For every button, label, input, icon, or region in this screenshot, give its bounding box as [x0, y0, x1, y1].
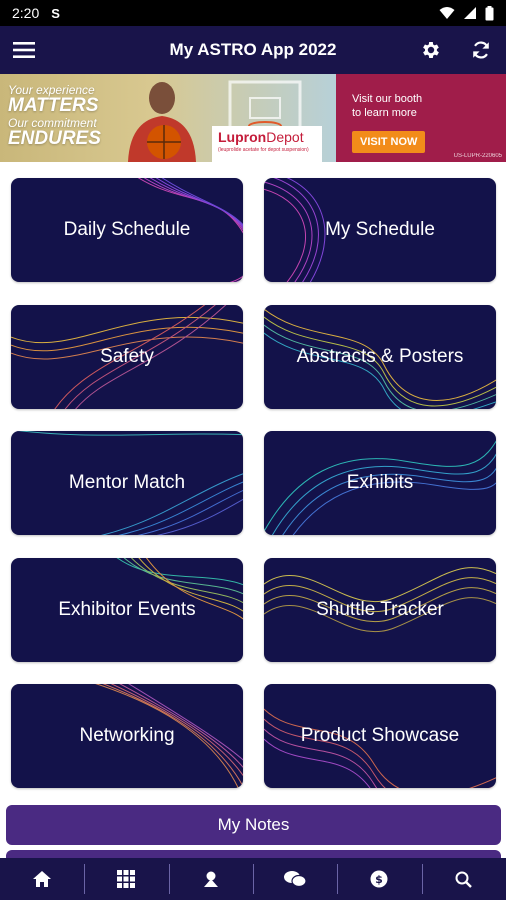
tile-abstracts-posters[interactable]: Abstracts & Posters [264, 305, 496, 409]
battery-icon [485, 5, 494, 20]
hamburger-icon [13, 42, 35, 58]
tile-safety[interactable]: Safety [11, 305, 243, 409]
brand-name-b: Depot [266, 129, 304, 145]
my-notes-button[interactable]: My Notes [6, 805, 501, 845]
tile-shuttle-tracker[interactable]: Shuttle Tracker [264, 558, 496, 662]
home-icon [33, 871, 52, 887]
menu-button[interactable] [0, 26, 48, 74]
app-bar: My ASTRO App 2022 [0, 26, 506, 74]
visit-now-button[interactable]: VISIT NOW [352, 130, 426, 153]
brand-tagline: (leuprolide acetate for depot suspension… [218, 147, 309, 153]
refresh-button[interactable] [456, 26, 506, 74]
wifi-icon [439, 7, 455, 19]
status-time: 2:20 [12, 5, 40, 21]
dollar-icon: $ [370, 870, 388, 888]
tile-daily-schedule[interactable]: Daily Schedule [11, 178, 243, 282]
bottom-nav: $ [0, 858, 506, 900]
tile-label: Exhibits [346, 472, 414, 493]
tile-label: Daily Schedule [63, 219, 191, 240]
app-screen: 2:20 S My ASTRO App 2022 Your experience… [0, 0, 506, 900]
nav-map[interactable] [168, 858, 253, 900]
banner-code: US-LUPR-220605 [453, 153, 502, 159]
tile-label: Exhibitor Events [58, 599, 196, 620]
map-pin-icon [203, 871, 218, 887]
tile-label: Abstracts & Posters [296, 346, 464, 367]
nav-grid[interactable] [84, 858, 168, 900]
person-photo [128, 82, 196, 162]
tile-label: Mentor Match [68, 472, 186, 493]
tile-label: My Schedule [325, 219, 435, 240]
grid-icon [117, 870, 136, 888]
svg-text:$: $ [376, 873, 384, 886]
search-icon [455, 871, 473, 888]
notes-shadow [6, 850, 501, 858]
banner-image: Your experience MATTERS Our commitment E… [0, 74, 336, 162]
tile-exhibits[interactable]: Exhibits [264, 431, 496, 535]
refresh-icon [473, 41, 489, 59]
ad-banner[interactable]: Your experience MATTERS Our commitment E… [0, 74, 506, 162]
tile-label: Networking [79, 725, 175, 746]
banner-line-4: ENDURES [8, 128, 101, 149]
carrier-icon: S [51, 5, 60, 21]
settings-button[interactable] [406, 26, 456, 74]
tile-label: Safety [100, 346, 154, 367]
nav-search[interactable] [421, 858, 506, 900]
tile-exhibitor-events[interactable]: Exhibitor Events [11, 558, 243, 662]
tile-mentor-match[interactable]: Mentor Match [11, 431, 243, 535]
tile-networking[interactable]: Networking [11, 684, 243, 788]
gear-icon [423, 42, 439, 58]
tile-my-schedule[interactable]: My Schedule [264, 178, 496, 282]
brand-name-a: Lupron [218, 129, 267, 145]
nav-sponsors[interactable]: $ [337, 858, 421, 900]
tile-product-showcase[interactable]: Product Showcase [264, 684, 496, 788]
brand-logo: LupronDepot (leuprolide acetate for depo… [212, 126, 322, 162]
banner-cta-panel: Visit our booth to learn more VISIT NOW … [336, 74, 506, 162]
chat-icon [284, 871, 307, 888]
visit-line-2: to learn more [352, 107, 417, 120]
signal-icon [464, 7, 476, 19]
nav-home[interactable] [0, 858, 84, 900]
visit-line-1: Visit our booth [352, 93, 423, 105]
tile-label: Product Showcase [300, 725, 460, 746]
tile-label: Shuttle Tracker [316, 599, 444, 620]
status-bar: 2:20 S [0, 0, 506, 26]
banner-line-2: MATTERS [8, 95, 99, 116]
nav-chat[interactable] [252, 858, 337, 900]
